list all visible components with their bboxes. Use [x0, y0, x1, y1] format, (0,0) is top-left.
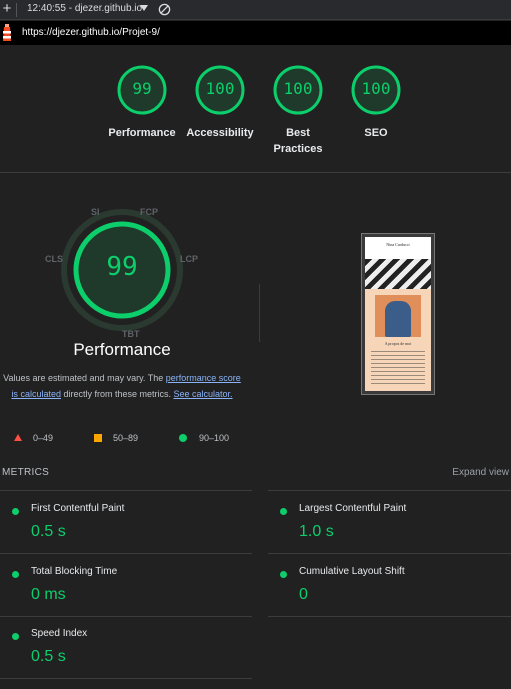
- gauge-performance[interactable]: 99 Performance: [102, 64, 182, 141]
- metric-value: 0.5 s: [31, 648, 66, 665]
- performance-score: 99: [106, 252, 138, 282]
- gauge-metric-tbt: TBT: [122, 329, 140, 339]
- pass-circle-icon: [280, 508, 287, 515]
- toolbar-divider: [16, 3, 17, 17]
- gauge-label: Best Practices: [273, 127, 323, 155]
- gauge-metric-fcp: FCP: [140, 207, 158, 217]
- report-selector[interactable]: 12:40:55 - djezer.github.io: [27, 3, 142, 14]
- gauge-score: 100: [283, 79, 313, 98]
- section-divider: [0, 172, 511, 173]
- thumb-header: Nina Carducci: [365, 237, 431, 257]
- thumb-banner: [365, 259, 431, 289]
- pass-circle-icon: [280, 571, 287, 578]
- legend-fail: 0–49: [33, 433, 54, 443]
- thumb-section-title: A propos de moi: [384, 341, 412, 346]
- gauge-score: 100: [361, 79, 391, 98]
- fail-triangle-icon: [14, 434, 22, 441]
- metric-divider: [0, 616, 252, 617]
- clear-icon[interactable]: [158, 3, 171, 16]
- metric-divider: [268, 553, 511, 554]
- note-text: directly from these metrics.: [60, 389, 174, 399]
- gauge-label: Performance: [108, 127, 176, 139]
- thumb-site-name: Nina Carducci: [386, 242, 410, 247]
- lighthouse-icon: [3, 24, 11, 41]
- gauge-score: 100: [205, 79, 235, 98]
- chevron-down-icon[interactable]: [140, 5, 148, 11]
- metric-name: Speed Index: [31, 628, 88, 639]
- metric-name: First Contentful Paint: [31, 503, 125, 514]
- legend-average: 50–89: [113, 433, 139, 443]
- gauge-seo[interactable]: 100 SEO: [336, 64, 416, 141]
- expand-view-toggle[interactable]: Expand view: [452, 467, 509, 478]
- url-bar: https://djezer.github.io/Projet-9/: [0, 21, 511, 45]
- metric-value: 0: [299, 586, 308, 603]
- gauge-metric-lcp: LCP: [180, 254, 198, 264]
- metric-divider: [268, 616, 511, 617]
- final-screenshot[interactable]: Nina Carducci A propos de moi: [361, 233, 435, 395]
- gauge-best-practices[interactable]: 100 Best Practices: [258, 64, 338, 157]
- gauge-accessibility[interactable]: 100 Accessibility: [180, 64, 260, 141]
- metric-name: Largest Contentful Paint: [299, 503, 407, 514]
- metric-divider: [268, 490, 511, 491]
- thumb-text-lines: [371, 351, 425, 387]
- gauge-score: 99: [132, 79, 152, 98]
- gauge-label: Accessibility: [186, 127, 254, 139]
- gauge-metric-si: SI: [91, 207, 100, 217]
- gauge-metric-cls: CLS: [45, 254, 63, 264]
- metric-value: 0 ms: [31, 586, 66, 603]
- see-calculator-link[interactable]: See calculator.: [174, 389, 233, 399]
- metric-divider: [0, 678, 252, 679]
- performance-gauge: SI FCP LCP TBT CLS 99: [40, 200, 204, 340]
- metric-name: Total Blocking Time: [31, 566, 118, 577]
- new-tab-button[interactable]: +: [0, 1, 14, 17]
- metrics-header: METRICS: [2, 467, 50, 478]
- metric-divider: [0, 490, 252, 491]
- metric-divider: [0, 553, 252, 554]
- page-url[interactable]: https://djezer.github.io/Projet-9/: [22, 27, 160, 38]
- category-gauges: 99 Performance 100 Accessibility 100 Bes…: [0, 64, 511, 164]
- devtools-toolbar: + 12:40:55 - djezer.github.io: [0, 0, 511, 20]
- performance-title: Performance: [73, 340, 171, 359]
- gauge-label: SEO: [364, 127, 388, 139]
- average-square-icon: [94, 434, 102, 442]
- score-note: Values are estimated and may vary. The p…: [0, 370, 244, 402]
- pass-circle-icon: [12, 571, 19, 578]
- metric-value: 1.0 s: [299, 523, 334, 540]
- legend-pass: 90–100: [199, 433, 230, 443]
- metric-value: 0.5 s: [31, 523, 66, 540]
- vertical-divider: [259, 284, 260, 342]
- pass-circle-icon: [12, 508, 19, 515]
- metric-name: Cumulative Layout Shift: [299, 566, 405, 577]
- pass-circle-icon: [12, 633, 19, 640]
- note-text: Values are estimated and may vary. The: [3, 373, 166, 383]
- thumb-person: [385, 301, 411, 337]
- pass-circle-icon: [179, 434, 187, 442]
